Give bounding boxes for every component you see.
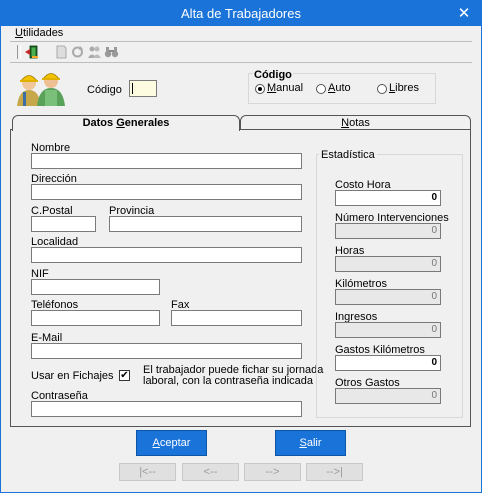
nif-field[interactable] — [31, 279, 160, 295]
usar-fichajes-label: Usar en Fichajes — [31, 370, 114, 382]
refresh-icon[interactable] — [70, 45, 85, 59]
fax-field[interactable] — [171, 310, 302, 326]
aceptar-button[interactable]: Aceptar — [136, 430, 207, 456]
text-caret — [132, 83, 133, 94]
nav-prev-button[interactable]: <-- — [182, 463, 239, 481]
usar-fichajes-checkbox[interactable]: ✔ — [119, 370, 130, 381]
codigo-input[interactable] — [129, 80, 157, 97]
localidad-field[interactable] — [31, 247, 302, 263]
cpostal-field[interactable] — [31, 216, 96, 232]
tab-notas[interactable]: Notas — [240, 115, 471, 130]
nav-next-button[interactable]: --> — [244, 463, 301, 481]
otros-gastos-field: 0 — [335, 388, 441, 404]
estadistica-group: Estadística Costo Hora 0 Número Interven… — [316, 149, 463, 418]
estadistica-title: Estadística — [319, 149, 377, 161]
gastos-km-field[interactable]: 0 — [335, 355, 441, 371]
radio-libres-label[interactable]: Libres — [389, 82, 419, 94]
menu-bar: Utilidades — [1, 26, 481, 41]
codigo-options-group: Código Manual Auto Libres — [248, 69, 436, 104]
tab-datos-generales[interactable]: Datos Generales — [12, 115, 240, 131]
nombre-field[interactable] — [31, 153, 302, 169]
codigo-group-title: Código — [253, 69, 293, 81]
horas-field: 0 — [335, 256, 441, 272]
title-bar: Alta de Trabajadores ✕ — [0, 0, 482, 26]
contrasena-field[interactable] — [31, 401, 302, 417]
radio-manual[interactable] — [255, 84, 265, 94]
workers-logo-icon — [17, 73, 65, 106]
radio-libres[interactable] — [377, 84, 387, 94]
nav-last-button[interactable]: -->| — [306, 463, 363, 481]
close-button[interactable]: ✕ — [456, 4, 472, 22]
toolbar — [10, 41, 472, 63]
usar-fichajes-note: El trabajador puede fichar su jornada lab… — [143, 364, 324, 387]
codigo-label: Código — [87, 84, 122, 96]
salir-button[interactable]: Salir — [275, 430, 346, 456]
exit-door-icon[interactable] — [24, 45, 39, 59]
telefonos-field[interactable] — [31, 310, 160, 326]
radio-auto-label[interactable]: Auto — [328, 82, 351, 94]
binoculars-icon[interactable] — [104, 45, 119, 59]
window-title: Alta de Trabajadores — [181, 6, 301, 21]
radio-manual-label[interactable]: Manual — [267, 82, 303, 94]
num-intervenciones-field: 0 — [335, 223, 441, 239]
radio-auto[interactable] — [316, 84, 326, 94]
costo-hora-field[interactable]: 0 — [335, 190, 441, 206]
datos-generales-panel: Nombre Dirección C.Postal Provincia Loca… — [10, 129, 471, 427]
direccion-field[interactable] — [31, 184, 302, 200]
menu-utilidades[interactable]: Utilidades — [15, 27, 63, 39]
kilometros-field: 0 — [335, 289, 441, 305]
nav-first-button[interactable]: |<-- — [119, 463, 176, 481]
provincia-field[interactable] — [109, 216, 302, 232]
document-icon[interactable] — [54, 45, 69, 59]
users-icon[interactable] — [87, 45, 102, 59]
toolbar-separator — [17, 45, 21, 59]
email-field[interactable] — [31, 343, 302, 359]
window-body: Utilidades Código Código Manual Auto Lib… — [0, 26, 482, 493]
ingresos-field: 0 — [335, 322, 441, 338]
